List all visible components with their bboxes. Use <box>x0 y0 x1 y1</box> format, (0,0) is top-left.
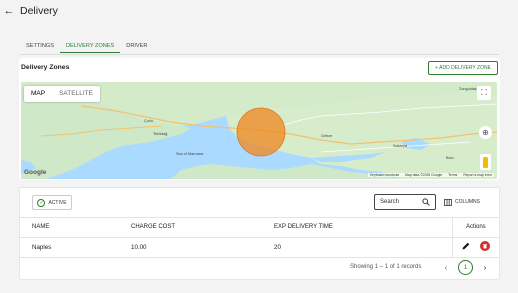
compass-icon[interactable]: ⊕ <box>479 126 492 139</box>
cell-exp-delivery-time: 20 <box>274 244 281 251</box>
add-delivery-zone-button[interactable]: + ADD DELIVERY ZONE <box>428 61 498 75</box>
map-type-toggle: MAP SATELLITE <box>24 86 100 102</box>
check-circle-icon: ✓ <box>37 198 46 207</box>
section-title: Delivery Zones <box>21 64 70 71</box>
pegman-figure <box>483 156 488 168</box>
table-header-top-border <box>20 217 499 218</box>
edit-pencil-icon[interactable] <box>461 241 471 251</box>
search-placeholder: Search <box>380 199 400 205</box>
table-row-bottom-border <box>20 257 499 258</box>
back-arrow-icon[interactable]: ← <box>3 5 15 17</box>
chevron-right-icon[interactable]: › <box>480 262 490 272</box>
map-data-text: Map data ©2025 Google <box>405 173 443 177</box>
tab-delivery-zones[interactable]: DELIVERY ZONES <box>59 41 121 53</box>
terms-link[interactable]: Terms <box>448 173 457 177</box>
tab-settings[interactable]: SETTINGS <box>20 41 60 53</box>
place-label-gebze: Gebze <box>321 134 333 138</box>
keyboard-shortcuts-link[interactable]: Keyboard shortcuts <box>370 173 399 177</box>
chevron-left-icon[interactable]: ‹ <box>441 262 451 272</box>
table-header-bottom-border <box>20 237 499 238</box>
column-header-name[interactable]: NAME <box>32 224 49 230</box>
column-header-exp-delivery-time[interactable]: EXP DELIVERY TIME <box>274 224 333 230</box>
column-header-charge-cost[interactable]: CHARGE COST <box>131 224 175 230</box>
zones-table-panel: ✓ ACTIVE Search COLUMNS NAME CHARGE COST… <box>19 187 500 280</box>
columns-button[interactable]: COLUMNS <box>444 196 480 208</box>
place-label-sakarya: Sakarya <box>393 144 407 148</box>
active-filter-label: ACTIVE <box>48 199 67 206</box>
search-input[interactable]: Search <box>374 194 436 210</box>
place-label-bolu: Bolu <box>446 156 454 160</box>
delete-icon[interactable] <box>480 241 490 251</box>
actions-column-divider <box>452 217 453 258</box>
top-bar: ← Delivery <box>0 0 518 22</box>
report-map-error-link[interactable]: Report a map error <box>463 173 492 177</box>
fullscreen-icon[interactable]: ⛶ <box>477 86 491 100</box>
tab-bar: SETTINGS DELIVERY ZONES DRIVER <box>20 41 153 55</box>
cell-charge-cost: 10.00 <box>131 244 147 251</box>
delivery-zone-circle <box>236 107 286 157</box>
pagination-summary: Showing 1 – 1 of 1 records <box>350 264 422 270</box>
map-type-map-button[interactable]: MAP <box>24 86 52 102</box>
cell-name: Naples <box>32 244 52 251</box>
map-view[interactable]: Çorlu Tekirdağ Sea of Marmara Gebze Zong… <box>21 82 497 179</box>
column-header-actions: Actions <box>466 224 486 230</box>
map-attribution: Keyboard shortcuts Map data ©2025 Google… <box>367 173 494 177</box>
place-label-zonguldak: Zonguldak <box>459 87 477 91</box>
place-label-sea-of-marmara: Sea of Marmara <box>176 152 204 156</box>
columns-label: COLUMNS <box>455 199 481 205</box>
page-title: Delivery <box>20 5 58 17</box>
search-icon <box>422 198 430 206</box>
map-type-satellite-button[interactable]: SATELLITE <box>52 86 100 102</box>
columns-icon <box>444 198 452 206</box>
pegman-icon[interactable] <box>480 154 491 170</box>
place-label-tekirdag: Tekirdağ <box>153 132 168 136</box>
active-filter-button[interactable]: ✓ ACTIVE <box>32 195 72 210</box>
place-label-corlu: Çorlu <box>144 119 154 123</box>
tab-driver[interactable]: DRIVER <box>120 41 153 53</box>
trash-icon <box>483 244 487 249</box>
google-logo: Google <box>24 169 47 176</box>
tabs-divider <box>20 54 499 55</box>
page-number-button[interactable]: 1 <box>458 260 473 275</box>
